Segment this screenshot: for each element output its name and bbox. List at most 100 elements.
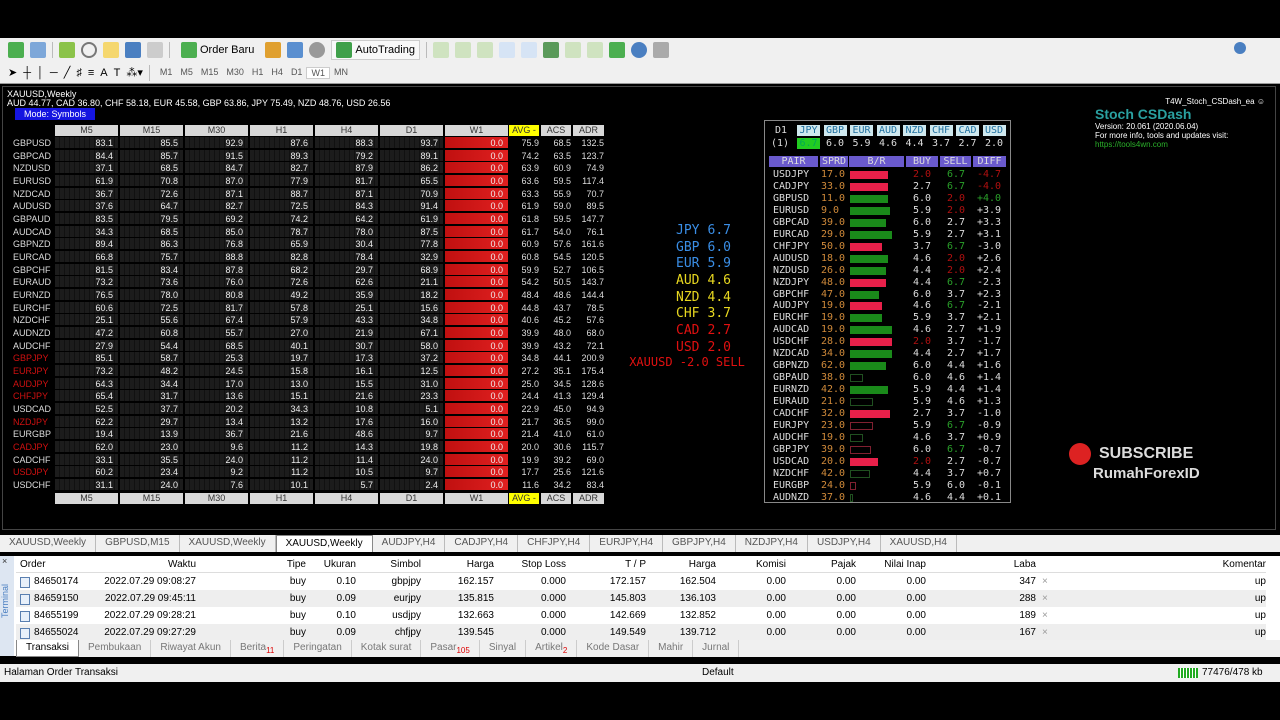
horizontal-line-icon[interactable]: ─: [50, 67, 58, 79]
account-icon[interactable]: [287, 42, 304, 58]
pair-name[interactable]: EURCAD: [773, 229, 809, 241]
symbol-name[interactable]: AUDCHF: [13, 340, 53, 352]
text-label-icon[interactable]: T: [114, 67, 121, 79]
symbol-name[interactable]: AUDJPY: [13, 378, 53, 390]
terminal-tab-mahir[interactable]: Mahir: [649, 640, 694, 657]
column-header-h4[interactable]: H4: [315, 125, 378, 136]
column-header-adr[interactable]: ADR: [573, 493, 604, 504]
line-chart-icon[interactable]: [476, 42, 493, 58]
symbol-name[interactable]: EURGBP: [13, 428, 53, 440]
column-simbol[interactable]: Simbol: [390, 556, 421, 573]
pair-name[interactable]: EURJPY: [773, 420, 809, 432]
close-order-icon[interactable]: ×: [1042, 624, 1048, 641]
timeframe-m30[interactable]: M30: [222, 67, 248, 79]
column-header-m5[interactable]: M5: [55, 125, 118, 136]
column-nilaiinap[interactable]: Nilai Inap: [884, 556, 926, 573]
pair-name[interactable]: GBPAUD: [773, 372, 809, 384]
pair-name[interactable]: GBPCAD: [773, 217, 809, 229]
crosshair-icon[interactable]: ┼: [23, 67, 31, 79]
symbol-name[interactable]: NZDUSD: [13, 162, 53, 174]
column-harga[interactable]: Harga: [689, 556, 716, 573]
column-header-avg[interactable]: AVG -: [509, 493, 539, 504]
auto-scroll-icon[interactable]: [564, 42, 581, 58]
symbol-name[interactable]: CADJPY: [13, 441, 53, 453]
mode-button[interactable]: Mode: Symbols: [15, 108, 95, 120]
signals-icon[interactable]: [309, 42, 326, 58]
column-tipe[interactable]: Tipe: [287, 556, 306, 573]
terminal-tab-pembukaan[interactable]: Pembukaan: [79, 640, 152, 657]
chart-tab[interactable]: USDJPY,H4: [808, 535, 881, 552]
column-tp[interactable]: T / P: [625, 556, 646, 573]
pair-name[interactable]: USDCHF: [773, 336, 809, 348]
profiles-icon[interactable]: [30, 42, 46, 58]
column-header-m15[interactable]: M15: [120, 125, 183, 136]
zoom-in-icon[interactable]: [498, 42, 515, 58]
pair-name[interactable]: GBPUSD: [773, 193, 809, 205]
symbol-name[interactable]: AUDNZD: [13, 327, 53, 339]
chart-window[interactable]: XAUUSD,Weekly AUD 44.77, CAD 36.80, CHF …: [2, 86, 1276, 530]
bar-chart-icon[interactable]: [432, 42, 449, 58]
terminal-tab-kotaksurat[interactable]: Kotak surat: [352, 640, 422, 657]
chart-tab[interactable]: CHFJPY,H4: [518, 535, 591, 552]
search-icon[interactable]: [1234, 42, 1246, 54]
column-stoploss[interactable]: Stop Loss: [522, 556, 566, 573]
column-header-h4[interactable]: H4: [315, 493, 378, 504]
periods-icon[interactable]: [630, 42, 647, 58]
terminal-tab-transaksi[interactable]: Transaksi: [16, 640, 79, 657]
vertical-line-icon[interactable]: │: [37, 67, 44, 79]
terminal-tab-jurnal[interactable]: Jurnal: [693, 640, 740, 657]
timeframe-h1[interactable]: H1: [248, 67, 268, 79]
symbol-name[interactable]: GBPCHF: [13, 264, 53, 276]
pair-name[interactable]: NZDJPY: [773, 277, 809, 289]
order-row[interactable]: 84655199 2022.07.29 09:28:21 buy 0.10 usdjpy…: [16, 607, 1266, 624]
column-header-w1[interactable]: W1: [445, 125, 508, 136]
chart-tab[interactable]: CADJPY,H4: [445, 535, 519, 552]
symbol-name[interactable]: EURCAD: [13, 251, 53, 263]
chart-shift-icon[interactable]: [586, 42, 603, 58]
text-icon[interactable]: A: [100, 67, 107, 79]
crosshair-data-icon[interactable]: [81, 42, 97, 58]
new-order-button[interactable]: Order Baru: [176, 40, 259, 60]
column-harga[interactable]: Harga: [467, 556, 494, 573]
pair-name[interactable]: AUDCAD: [773, 324, 809, 336]
templates-icon[interactable]: [652, 42, 669, 58]
pair-name[interactable]: GBPNZD: [773, 360, 809, 372]
timeframe-m15[interactable]: M15: [197, 67, 223, 79]
column-laba[interactable]: Laba: [1014, 556, 1036, 573]
symbol-name[interactable]: NZDCAD: [13, 188, 53, 200]
column-header-m5[interactable]: M5: [55, 493, 118, 504]
column-header-acs[interactable]: ACS: [541, 125, 571, 136]
terminal-tab-riwayatakun[interactable]: Riwayat Akun: [151, 640, 231, 657]
terminal-tab-pasar[interactable]: Pasar105: [421, 640, 480, 657]
terminal-tab-kodedasar[interactable]: Kode Dasar: [577, 640, 650, 657]
column-header-h1[interactable]: H1: [250, 493, 313, 504]
pair-name[interactable]: EURNZD: [773, 384, 809, 396]
symbol-name[interactable]: GBPUSD: [13, 137, 53, 149]
order-row[interactable]: 84655024 2022.07.29 09:27:29 buy 0.09 chfjpy…: [16, 624, 1266, 641]
column-waktu[interactable]: Waktu: [168, 556, 196, 573]
pair-name[interactable]: NZDCAD: [773, 348, 809, 360]
column-order[interactable]: Order: [20, 556, 46, 573]
cursor-icon[interactable]: ➤: [8, 66, 17, 79]
chart-tab[interactable]: XAUUSD,Weekly: [275, 535, 373, 552]
timeframe-mn[interactable]: MN: [330, 67, 352, 79]
pair-name[interactable]: EURCHF: [773, 312, 809, 324]
chart-tab[interactable]: GBPJPY,H4: [663, 535, 736, 552]
column-header-w1[interactable]: W1: [445, 493, 508, 504]
terminal-icon[interactable]: [125, 42, 141, 58]
timeframe-h4[interactable]: H4: [267, 67, 287, 79]
symbol-name[interactable]: GBPJPY: [13, 352, 53, 364]
pair-name[interactable]: AUDCHF: [773, 432, 809, 444]
symbol-name[interactable]: NZDCHF: [13, 314, 53, 326]
column-pajak[interactable]: Pajak: [831, 556, 856, 573]
equidistant-channel-icon[interactable]: ♯: [76, 67, 82, 79]
terminal-tab-berita[interactable]: Berita11: [231, 640, 285, 657]
symbol-name[interactable]: GBPNZD: [13, 238, 53, 250]
chart-tab[interactable]: XAUUSD,Weekly: [0, 535, 97, 552]
column-header-m15[interactable]: M15: [120, 493, 183, 504]
column-header-h1[interactable]: H1: [250, 125, 313, 136]
column-header-m30[interactable]: M30: [185, 125, 248, 136]
chart-tab[interactable]: GBPUSD,M15: [96, 535, 180, 552]
timeframe-d1[interactable]: D1: [287, 67, 307, 79]
column-ukuran[interactable]: Ukuran: [324, 556, 356, 573]
